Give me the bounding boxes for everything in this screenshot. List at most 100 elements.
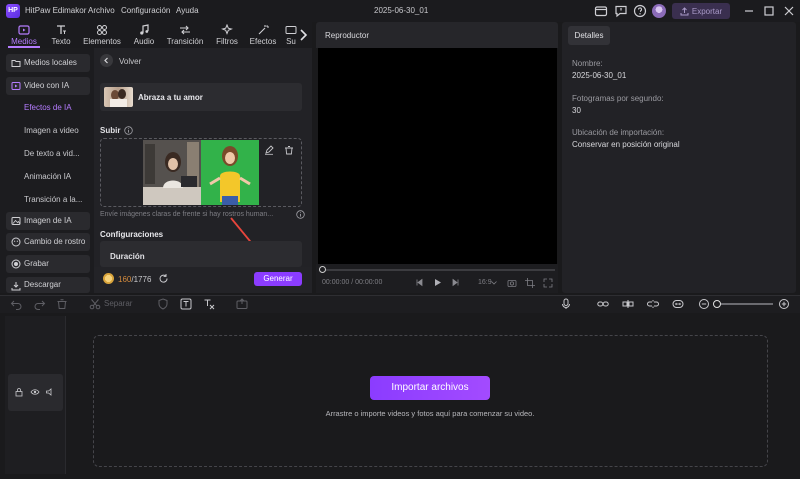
delete-icon[interactable] — [56, 298, 68, 310]
help-icon[interactable] — [633, 4, 647, 18]
tab-audio[interactable]: Audio — [128, 22, 160, 48]
tab-elementos[interactable]: Elementos — [80, 22, 124, 48]
tab-filtros[interactable]: Filtros — [212, 22, 242, 48]
duration-label: Duración — [110, 252, 145, 261]
crop-icon[interactable] — [525, 278, 535, 288]
nav-label: Imagen de IA — [24, 216, 72, 225]
redo-icon[interactable] — [34, 298, 46, 310]
snapshot-icon[interactable] — [507, 278, 517, 288]
nav-label: Cambio de rostro — [24, 237, 86, 246]
minimize-icon[interactable] — [742, 4, 756, 18]
split-label[interactable]: Separar — [104, 299, 132, 308]
timeline-dropzone[interactable] — [93, 335, 768, 467]
wallet-icon[interactable] — [594, 4, 608, 18]
track-visibility-icon[interactable] — [30, 387, 40, 397]
trash-icon[interactable] — [284, 145, 294, 155]
back-button[interactable] — [100, 54, 113, 67]
chevron-right-icon[interactable] — [298, 28, 308, 42]
progress-track[interactable] — [322, 269, 555, 271]
export-button[interactable]: Exportar — [672, 3, 730, 19]
zoom-out-icon[interactable] — [698, 298, 710, 310]
upload-label: Subir — [100, 126, 121, 135]
tab-label: Audio — [133, 37, 155, 46]
tab-subtitulos[interactable]: Su — [284, 22, 298, 48]
nav-grabar[interactable]: Grabar — [6, 255, 90, 273]
progress-handle[interactable] — [319, 266, 326, 273]
nav-medios-locales[interactable]: Medios locales — [6, 54, 90, 72]
nav-cambio-de-rostro[interactable]: Cambio de rostro — [6, 233, 90, 251]
elements-icon — [96, 24, 108, 36]
menu-ayuda[interactable]: Ayuda — [176, 6, 199, 15]
nav-video-con-ia[interactable]: Video con IA — [6, 77, 90, 95]
play-icon[interactable] — [433, 278, 442, 287]
player-time: 00:00:00 / 00:00:00 — [322, 279, 383, 286]
credits-total: 1776 — [133, 275, 152, 284]
close-icon[interactable] — [782, 4, 796, 18]
info-icon[interactable] — [124, 126, 133, 135]
aspect-ratio-select[interactable]: 16:9 — [478, 279, 492, 286]
scissors-icon[interactable] — [89, 298, 101, 310]
zoom-slider-track[interactable] — [721, 303, 773, 305]
zoom-in-icon[interactable] — [778, 298, 790, 310]
face-swap-icon — [11, 237, 21, 247]
text-icon — [55, 24, 67, 36]
user-avatar[interactable] — [652, 4, 666, 18]
export-label: Exportar — [691, 6, 723, 16]
chevron-left-icon — [104, 57, 108, 64]
fit-icon[interactable] — [672, 298, 684, 310]
app-name: HitPaw Edimakor — [25, 6, 87, 15]
generate-button[interactable]: Generar — [254, 272, 302, 286]
prev-frame-icon[interactable] — [415, 278, 424, 287]
menu-archivo[interactable]: Archivo — [88, 6, 115, 15]
ai-video-icon — [11, 81, 21, 91]
fullscreen-icon[interactable] — [543, 278, 553, 288]
zoom-slider-handle[interactable] — [713, 300, 721, 308]
nav-animacion-ia[interactable]: Animación IA — [24, 172, 71, 181]
maximize-icon[interactable] — [762, 4, 776, 18]
chevron-down-icon — [491, 281, 497, 285]
text-box-icon[interactable] — [180, 298, 192, 310]
nav-transicion-ia[interactable]: Transición a la... — [24, 195, 82, 204]
export-clip-icon[interactable] — [236, 298, 248, 310]
edit-icon[interactable] — [264, 145, 274, 155]
subtitles-icon — [285, 24, 297, 36]
nav-label: Medios locales — [24, 58, 77, 67]
nav-imagen-a-video[interactable]: Imagen a video — [24, 126, 79, 135]
tab-label: Filtros — [216, 37, 238, 46]
import-files-button[interactable]: Importar archivos — [370, 376, 490, 400]
transition-icon — [179, 24, 191, 36]
tab-efectos[interactable]: Efectos — [246, 22, 280, 48]
tab-texto[interactable]: Texto — [44, 22, 78, 48]
nav-imagen-de-ia[interactable]: Imagen de IA — [6, 212, 90, 230]
import-location-label: Ubicación de importación: — [572, 128, 665, 137]
undo-icon[interactable] — [10, 298, 22, 310]
unlink-icon[interactable] — [647, 298, 659, 310]
project-title: 2025-06-30_01 — [374, 6, 429, 15]
menu-configuracion[interactable]: Configuración — [121, 6, 170, 15]
next-frame-icon[interactable] — [451, 278, 460, 287]
hint-info-icon[interactable] — [296, 210, 305, 219]
tab-medios[interactable]: Medios — [6, 22, 42, 48]
link-icon[interactable] — [597, 298, 609, 310]
track-audio-icon[interactable] — [45, 387, 55, 397]
magnet-icon[interactable] — [622, 298, 634, 310]
shield-icon[interactable] — [157, 298, 169, 310]
nav-efectos-de-ia[interactable]: Efectos de IA — [24, 103, 72, 112]
media-icon — [18, 24, 30, 36]
back-label[interactable]: Volver — [119, 57, 141, 66]
tab-detalles[interactable]: Detalles — [568, 26, 610, 45]
import-location-value: Conservar en posición original — [572, 140, 680, 149]
player-viewport — [318, 48, 557, 264]
feedback-icon[interactable] — [614, 4, 628, 18]
tab-label: Medios — [11, 37, 37, 46]
effects-icon — [257, 24, 269, 36]
import-hint: Arrastre o importe videos y fotos aquí p… — [325, 409, 535, 418]
track-lock-icon[interactable] — [14, 387, 24, 397]
tab-label: Transición — [166, 37, 204, 46]
nav-descargar[interactable]: Descargar — [6, 277, 90, 293]
tab-transicion[interactable]: Transición — [163, 22, 207, 48]
text-remove-icon[interactable] — [203, 298, 215, 310]
nav-texto-a-video[interactable]: De texto a vid... — [24, 149, 80, 158]
microphone-icon[interactable] — [560, 298, 572, 310]
refresh-icon[interactable] — [158, 273, 169, 284]
